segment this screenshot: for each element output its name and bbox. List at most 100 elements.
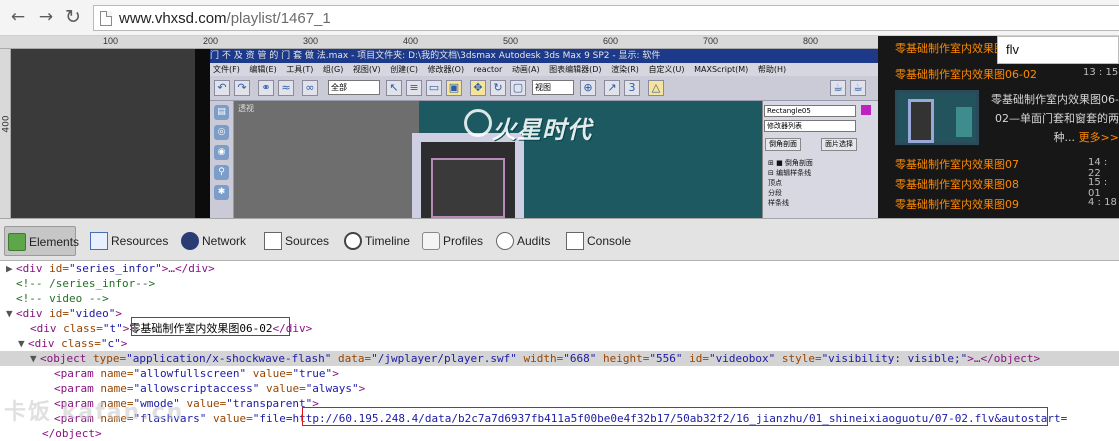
- url-text[interactable]: www.vhxsd.com/playlist/1467_1: [119, 10, 331, 27]
- tab-label: Profiles: [443, 234, 484, 248]
- audits-icon: [496, 232, 514, 250]
- highlight-box: [131, 317, 290, 336]
- video-menu-item: 修改器(O): [427, 65, 465, 74]
- region-icon: ▭: [426, 80, 442, 96]
- back-button[interactable]: ←: [8, 7, 28, 27]
- tab-audits[interactable]: Audits: [493, 226, 550, 256]
- network-icon: [181, 232, 199, 250]
- tool-icon: ◎: [214, 125, 229, 140]
- video-toolbar: ↶ ↷ ⚭ ≈ ∞ 全部 ↖ ≡ ▭ ▣ ✥ ↻ ▢ 视图 ⊕ ↗ 3 △ ☕ …: [210, 76, 878, 101]
- unlink-icon: ≈: [278, 80, 294, 96]
- ruler-tick: 100: [103, 36, 119, 46]
- door-frame-model: [412, 133, 524, 218]
- ruler-tick: 700: [703, 36, 719, 46]
- page-viewport: 100 200 300 400 500 600 700 800 900 1000…: [0, 36, 1119, 218]
- window-select-icon: ▣: [446, 80, 462, 96]
- snap-icon: 3: [624, 80, 640, 96]
- video-menu-item: 图表编辑器(D): [549, 65, 602, 74]
- video-menu-item: 工具(T): [286, 65, 314, 74]
- video-menu-item: MAXScript(M): [694, 65, 749, 74]
- item-duration: 14 : 22: [1088, 157, 1108, 179]
- video-player[interactable]: 门 不 及 资 管 的 门 套 做 法.max - 项目文件夹: D:\我的文档…: [210, 49, 878, 218]
- ruler-tick: 500: [503, 36, 519, 46]
- dom-node[interactable]: </object>: [42, 426, 102, 441]
- dom-comment[interactable]: <!-- /series_infor-->: [16, 276, 155, 291]
- stack-item: 分段: [768, 189, 782, 197]
- item-duration: 4 : 18: [1088, 197, 1117, 208]
- tool-icon: ⚲: [214, 165, 229, 180]
- browser-toolbar: ← → ↻ www.vhxsd.com/playlist/1467_1: [0, 0, 1119, 36]
- tab-timeline[interactable]: Timeline: [341, 226, 410, 256]
- tool-icon: ◉: [214, 145, 229, 160]
- dom-comment[interactable]: <!-- video -->: [16, 291, 109, 306]
- video-menu-bar: 文件(F) 编辑(E) 工具(T) 组(G) 视图(V) 创建(C) 修改器(O…: [210, 63, 878, 76]
- ruler-tick: 800: [803, 36, 819, 46]
- quick-render-icon: ☕: [850, 80, 866, 96]
- item-duration: 15 : 01: [1088, 177, 1108, 199]
- item-duration: 13 : 15: [1083, 67, 1119, 78]
- url-path: /playlist/1467_1: [226, 10, 331, 27]
- move-icon: ✥: [470, 80, 486, 96]
- profiles-icon: [422, 232, 440, 250]
- reload-button[interactable]: ↻: [63, 7, 83, 27]
- vertical-ruler: 400: [0, 49, 12, 218]
- pivot-icon: ⊕: [580, 80, 596, 96]
- angle-snap-icon: △: [648, 80, 664, 96]
- tab-elements[interactable]: Elements: [4, 226, 80, 256]
- video-left-toolbar: ▤ ◎ ◉ ⚲ ✱: [210, 101, 234, 218]
- modifier-list: 修改器列表: [764, 120, 856, 132]
- playlist-item[interactable]: 零基础制作室内效果图08: [895, 176, 1019, 192]
- redo-icon: ↷: [234, 80, 250, 96]
- tab-label: Audits: [517, 234, 551, 248]
- tab-label: Resources: [111, 234, 169, 248]
- browser-window: ← → ↻ www.vhxsd.com/playlist/1467_1 100 …: [0, 0, 1119, 441]
- video-thumbnail[interactable]: [895, 90, 979, 145]
- find-in-page-input[interactable]: flv: [997, 36, 1119, 64]
- playlist-item[interactable]: 零基础制作室内效果图07: [895, 156, 1019, 172]
- video-menu-item: 帮助(H): [757, 65, 787, 74]
- current-playlist-item[interactable]: 零基础制作室内效果图06-02: [895, 66, 1037, 82]
- tab-label: Console: [587, 234, 632, 248]
- video-menu-item: 视图(V): [352, 65, 381, 74]
- address-bar[interactable]: www.vhxsd.com/playlist/1467_1: [93, 5, 1119, 31]
- dom-node-selected[interactable]: ▼ <object type="application/x-shockwave-f…: [0, 351, 1119, 366]
- tab-label: Sources: [285, 234, 330, 248]
- ruler-tick: 200: [203, 36, 219, 46]
- viewport-label: 透视: [238, 104, 254, 113]
- link-icon: ⚭: [258, 80, 274, 96]
- object-color-swatch: [861, 105, 871, 115]
- tab-label: Elements: [29, 235, 80, 249]
- video-menu-item: 自定义(U): [648, 65, 685, 74]
- modifier-stack: ⊞ ■ 倒角剖面 ⊟ 编辑样条线 顶点 分段 样条线: [768, 158, 813, 208]
- video-menu-item: 编辑(E): [249, 65, 277, 74]
- playlist-item[interactable]: 零基础制作室内效果图09: [895, 196, 1019, 212]
- tab-profiles[interactable]: Profiles: [419, 226, 483, 256]
- page-gutter: [195, 49, 210, 218]
- dom-node[interactable]: ▼ <div id="video">: [6, 306, 122, 321]
- stack-item: 顶点: [768, 179, 782, 187]
- object-name-field: Rectangle05: [764, 105, 856, 117]
- stack-item: 样条线: [768, 199, 789, 207]
- stack-item: ⊟ 编辑样条线: [768, 169, 812, 177]
- video-menu-item: 组(G): [322, 65, 344, 74]
- tab-console[interactable]: Console: [563, 226, 631, 256]
- console-icon: [566, 232, 584, 250]
- tab-sources[interactable]: Sources: [261, 226, 329, 256]
- tab-network[interactable]: Network: [178, 226, 246, 256]
- tab-label: Timeline: [365, 234, 410, 248]
- more-link[interactable]: 更多>>: [1079, 131, 1119, 144]
- manipulate-icon: ↗: [604, 80, 620, 96]
- bind-icon: ∞: [302, 80, 318, 96]
- playlist-sidebar: 零基础制作室内效果图05 flv 零基础制作室内效果图06-02 13 : 15…: [878, 36, 1119, 218]
- forward-button[interactable]: →: [36, 7, 56, 27]
- dom-node[interactable]: ▼ <div class="c">: [18, 336, 127, 351]
- item-description: 零基础制作室内效果图06-02—单面门套和窗套的两种... 更多>>: [986, 90, 1119, 147]
- video-viewport: 透视 火星时代: [234, 101, 762, 218]
- tab-label: Network: [202, 234, 247, 248]
- tool-icon: ✱: [214, 185, 229, 200]
- tool-icon: ▤: [214, 105, 229, 120]
- tab-resources[interactable]: Resources: [87, 226, 168, 256]
- video-menu-item: reactor: [473, 65, 503, 74]
- dom-node[interactable]: ▶ <div id="series_infor">…</div>: [6, 261, 215, 276]
- dom-node[interactable]: <param name="allowfullscreen" value="tru…: [54, 366, 339, 381]
